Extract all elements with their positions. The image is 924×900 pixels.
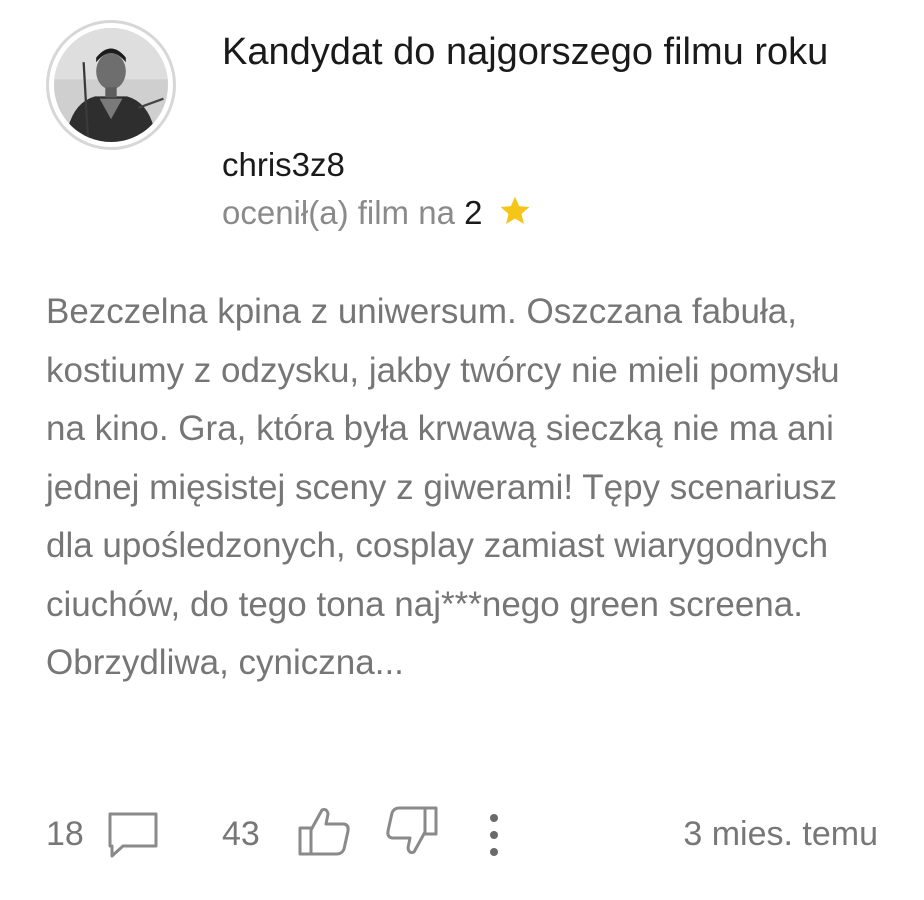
thumbs-up-icon[interactable]	[296, 804, 352, 858]
comments-count: 18	[46, 815, 84, 853]
avatar-photo	[54, 28, 168, 142]
review-actions: 18 43 3 mies. temu	[0, 800, 924, 870]
thumbs-down-icon[interactable]	[384, 804, 440, 858]
rating-prefix: ocenił(a) film na	[222, 194, 465, 231]
review-title[interactable]: Kandydat do najgorszego filmu roku	[222, 24, 862, 80]
rating-line: ocenił(a) film na 2	[222, 190, 532, 236]
review-time-ago: 3 mies. temu	[683, 815, 878, 853]
rating-value: 2	[464, 194, 483, 231]
likes-count: 43	[222, 815, 260, 853]
author-name[interactable]: chris3z8	[222, 143, 345, 187]
review-card: Kandydat do najgorszego filmu roku chris…	[0, 0, 924, 900]
avatar[interactable]	[46, 20, 176, 150]
comment-icon[interactable]	[106, 810, 160, 860]
star-icon	[500, 196, 530, 225]
more-vertical-icon[interactable]	[484, 810, 504, 860]
review-body[interactable]: Bezczelna kpina z uniwersum. Oszczana fa…	[46, 283, 886, 693]
